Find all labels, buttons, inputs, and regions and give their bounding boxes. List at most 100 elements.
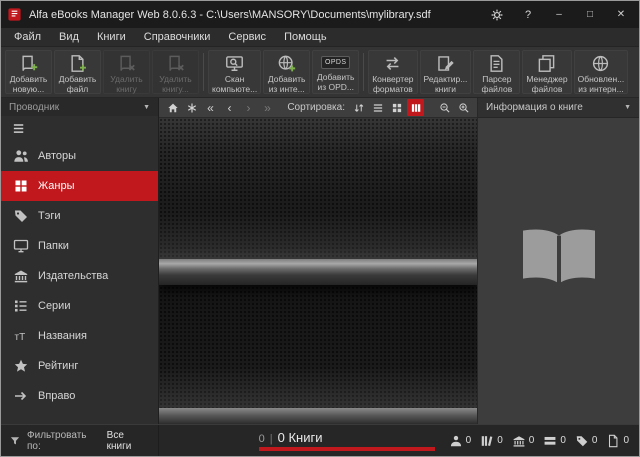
sidebar-item-label: Папки (38, 240, 69, 252)
sidebar-item-label: Жанры (38, 180, 75, 192)
menu-references[interactable]: Справочники (135, 29, 220, 45)
delete-book-icon (117, 54, 136, 73)
gear-icon (490, 8, 504, 22)
menu-books[interactable]: Книги (88, 29, 135, 45)
menu-service[interactable]: Сервис (219, 29, 275, 45)
minimize-button[interactable]: – (547, 5, 571, 25)
sidebar-item-titles[interactable]: тТ Названия (1, 321, 158, 351)
sidebar-item-label: Серии (38, 300, 71, 312)
shelf-board (159, 258, 477, 285)
maximize-button[interactable]: □ (578, 5, 602, 25)
shelf-lighting (159, 366, 477, 408)
sidebar-item-label: Названия (38, 330, 87, 342)
button-label: книгу... (162, 84, 189, 94)
add-file-icon (68, 54, 87, 73)
button-label: Менеджер (526, 74, 568, 84)
genres-counter: 0 (543, 434, 566, 448)
sidebar-item-right[interactable]: Вправо (1, 381, 158, 411)
file-manager-button[interactable]: Менеджер файлов (522, 50, 572, 94)
tag-icon (13, 208, 29, 224)
svg-text:тТ: тТ (15, 332, 26, 343)
covers-view-icon (410, 102, 422, 114)
menubar: Файл Вид Книги Справочники Сервис Помощь (1, 28, 639, 47)
menu-file[interactable]: Файл (5, 29, 50, 45)
format-converter-button[interactable]: Конвертер форматов (368, 50, 418, 94)
nav-last-button[interactable]: » (259, 99, 276, 116)
genres-icon (13, 178, 29, 194)
close-button[interactable]: ✕ (609, 5, 633, 25)
zoom-in-button[interactable] (455, 99, 472, 116)
view-list-button[interactable] (369, 99, 386, 116)
tag-icon (575, 434, 589, 448)
scan-computer-button[interactable]: Скан компьюте... (208, 50, 262, 94)
sidebar-item-folders[interactable]: Папки (1, 231, 158, 261)
sidebar-item-series[interactable]: Серии (1, 291, 158, 321)
collapse-sidebar-icon[interactable]: ▼ (143, 104, 150, 111)
add-from-internet-button[interactable]: Добавить из инте... (263, 50, 311, 94)
view-covers-button[interactable] (407, 99, 424, 116)
button-label: Обновлен... (577, 74, 625, 84)
add-file-button[interactable]: Добавить файл (54, 50, 101, 94)
nav-next-button[interactable]: › (240, 99, 257, 116)
sidebar-item-authors[interactable]: Авторы (1, 141, 158, 171)
main-area: Проводник ▼ Авторы Жанры Тэги Папки Изда… (1, 98, 639, 424)
help-button[interactable]: ? (516, 5, 540, 25)
sort-label: Сортировка: (287, 102, 345, 113)
statistics-section: 0 0 0 0 0 0 (439, 425, 639, 456)
sort-arrows-icon (353, 102, 365, 114)
favorites-button[interactable] (183, 99, 200, 116)
hamburger-icon (12, 121, 27, 136)
nav-prev-button[interactable]: ‹ (221, 99, 238, 116)
app-window: Alfa eBooks Manager Web 8.0.6.3 - C:\Use… (0, 0, 640, 457)
button-label: форматов (372, 84, 413, 94)
toolbar-separator (363, 53, 365, 91)
asterisk-icon (186, 102, 198, 114)
tags-counter: 0 (575, 434, 597, 448)
explorer-sidebar: Проводник ▼ Авторы Жанры Тэги Папки Изда… (1, 98, 159, 424)
book-editor-button[interactable]: Редактир... книги (419, 50, 472, 94)
authors-icon (13, 148, 29, 164)
button-label: Добавить (9, 74, 48, 84)
zoom-out-button[interactable] (436, 99, 453, 116)
button-label: из инте... (268, 84, 305, 94)
view-tiles-button[interactable] (388, 99, 405, 116)
file-parser-button[interactable]: Парсер файлов (473, 50, 521, 94)
sidebar-item-label: Издательства (38, 270, 109, 282)
bank-icon (512, 434, 526, 448)
filter-value-dropdown[interactable]: Все книги (107, 430, 150, 452)
button-label: из интерн... (578, 84, 624, 94)
authors-counter: 0 (449, 434, 471, 448)
book-info-header: Информация о книге ▼ (478, 98, 639, 118)
menu-help[interactable]: Помощь (275, 29, 336, 45)
add-new-book-button[interactable]: Добавить новую... (5, 50, 52, 94)
explorer-menu-button[interactable] (1, 116, 158, 141)
menu-view[interactable]: Вид (50, 29, 88, 45)
button-label: Удалить (110, 74, 143, 84)
shelf-lighting (159, 212, 477, 259)
toolbar-separator (203, 53, 204, 91)
sidebar-item-tags[interactable]: Тэги (1, 201, 158, 231)
zoom-out-icon (439, 102, 451, 114)
parser-icon (487, 54, 506, 73)
sidebar-item-genres[interactable]: Жанры (1, 171, 158, 201)
button-label: Удалить (159, 74, 192, 84)
sort-button[interactable] (350, 99, 367, 116)
nav-first-button[interactable]: « (202, 99, 219, 116)
app-logo-icon (7, 7, 22, 22)
button-label: Редактир... (423, 74, 468, 84)
collapse-info-icon[interactable]: ▼ (624, 104, 631, 111)
sidebar-item-publishers[interactable]: Издательства (1, 261, 158, 291)
button-label: Добавить (58, 74, 97, 84)
sidebar-item-rating[interactable]: Рейтинг (1, 351, 158, 381)
bookshelf-view (159, 118, 477, 424)
home-button[interactable] (164, 99, 181, 116)
button-label: Конвертер (372, 74, 414, 84)
total-count: 0 Книги (277, 430, 323, 445)
sidebar-item-label: Тэги (38, 210, 61, 222)
home-icon (167, 102, 179, 114)
add-from-opds-button[interactable]: OPDS Добавить из OPD... (312, 50, 360, 94)
titlebar: Alfa eBooks Manager Web 8.0.6.3 - C:\Use… (1, 1, 639, 28)
book-placeholder-icon (516, 225, 602, 289)
update-from-internet-button[interactable]: Обновлен... из интерн... (573, 50, 629, 94)
settings-button[interactable] (485, 5, 509, 25)
